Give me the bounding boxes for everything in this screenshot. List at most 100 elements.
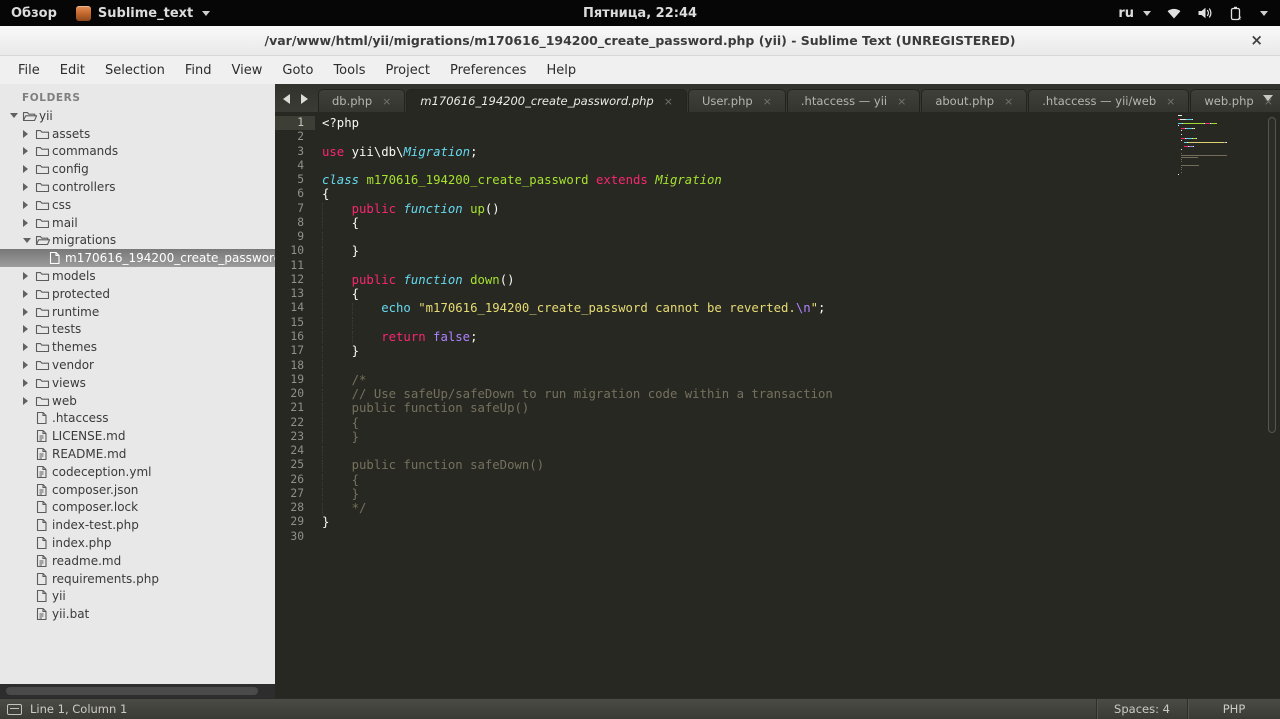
- menu-item-edit[interactable]: Edit: [50, 63, 95, 78]
- volume-icon[interactable]: [1197, 6, 1214, 20]
- tab-close-icon[interactable]: ×: [1166, 95, 1175, 108]
- code-line[interactable]: 16 return false;: [275, 330, 1280, 344]
- sidebar-item-yii[interactable]: yii: [0, 588, 275, 606]
- indentation-setting[interactable]: Spaces: 4: [1096, 699, 1187, 719]
- tab-db.php[interactable]: db.php ×: [318, 89, 406, 112]
- code-line[interactable]: 29}: [275, 515, 1280, 529]
- sidebar-item-css[interactable]: css: [0, 196, 275, 214]
- code-line[interactable]: 4: [275, 159, 1280, 173]
- disclosure-triangle-icon[interactable]: [23, 361, 35, 370]
- tab-close-icon[interactable]: ×: [763, 95, 772, 108]
- code-line[interactable]: 23}: [275, 430, 1280, 444]
- code-line[interactable]: 2: [275, 130, 1280, 144]
- system-menu-caret-icon[interactable]: [1260, 10, 1268, 16]
- disclosure-triangle-icon[interactable]: [23, 289, 35, 298]
- sidebar-item-README.md[interactable]: README.md: [0, 445, 275, 463]
- sidebar-item-vendor[interactable]: vendor: [0, 356, 275, 374]
- window-title-bar[interactable]: /var/www/html/yii/migrations/m170616_194…: [0, 26, 1280, 56]
- disclosure-triangle-icon[interactable]: [23, 396, 35, 405]
- code-line[interactable]: 13 {: [275, 287, 1280, 301]
- sidebar-item-readme.md[interactable]: readme.md: [0, 552, 275, 570]
- code-line[interactable]: 9: [275, 230, 1280, 244]
- tab-close-icon[interactable]: ×: [382, 95, 391, 108]
- wifi-icon[interactable]: [1166, 6, 1182, 20]
- sidebar-item-controllers[interactable]: controllers: [0, 178, 275, 196]
- app-menu-button[interactable]: Sublime_text: [75, 5, 211, 21]
- code-line[interactable]: 12 public function down(): [275, 273, 1280, 287]
- tab-scroll-right-icon[interactable]: [301, 94, 308, 104]
- disclosure-triangle-icon[interactable]: [23, 237, 35, 243]
- menu-item-tools[interactable]: Tools: [323, 63, 375, 78]
- sidebar-item-codeception.yml[interactable]: codeception.yml: [0, 463, 275, 481]
- menu-item-find[interactable]: Find: [175, 63, 222, 78]
- keyboard-layout-button[interactable]: ru: [1118, 6, 1151, 21]
- tab-overflow-icon[interactable]: [1263, 95, 1273, 101]
- sidebar-item-mail[interactable]: mail: [0, 214, 275, 232]
- menu-item-selection[interactable]: Selection: [95, 63, 175, 78]
- code-line[interactable]: 11: [275, 259, 1280, 273]
- code-line[interactable]: 14 echo "m170616_194200_create_password c…: [275, 301, 1280, 315]
- sidebar-item-requirements.php[interactable]: requirements.php: [0, 570, 275, 588]
- tab-.htaccess — yii[interactable]: .htaccess — yii ×: [786, 89, 921, 112]
- scrollbar-thumb[interactable]: [6, 687, 258, 695]
- sidebar-item-views[interactable]: views: [0, 374, 275, 392]
- sidebar-item-tests[interactable]: tests: [0, 321, 275, 339]
- tab-about.php[interactable]: about.php ×: [921, 89, 1028, 112]
- code-line[interactable]: 5 class m170616_194200_create_password ex…: [275, 173, 1280, 187]
- sidebar-item-config[interactable]: config: [0, 160, 275, 178]
- code-line[interactable]: 3 use yii\db\Migration;: [275, 145, 1280, 159]
- code-line[interactable]: 6{: [275, 187, 1280, 201]
- window-close-button[interactable]: ×: [1250, 31, 1263, 49]
- sidebar-item-yii[interactable]: yii: [0, 107, 275, 125]
- code-line[interactable]: 1 <?php: [275, 116, 1280, 131]
- code-line[interactable]: 25 public function safeDown(): [275, 458, 1280, 472]
- code-area[interactable]: 1 <?php 2 3 use yii\db\Migration; 4 5 class m17…: [275, 112, 1280, 698]
- sublime-panel-icon[interactable]: [7, 703, 22, 715]
- activities-button[interactable]: Обзор: [11, 6, 57, 21]
- sidebar-item-assets[interactable]: assets: [0, 125, 275, 143]
- tab-.htaccess — yii/web[interactable]: .htaccess — yii/web ×: [1028, 89, 1190, 112]
- tab-close-icon[interactable]: ×: [1004, 95, 1013, 108]
- tab-User.php[interactable]: User.php ×: [687, 89, 786, 112]
- tab-close-icon[interactable]: ×: [897, 95, 906, 108]
- code-line[interactable]: 26 {: [275, 473, 1280, 487]
- sidebar-horizontal-scrollbar[interactable]: [0, 684, 275, 698]
- disclosure-triangle-icon[interactable]: [23, 183, 35, 192]
- sidebar-item-index-test.php[interactable]: index-test.php: [0, 516, 275, 534]
- minimap[interactable]: [1178, 115, 1262, 178]
- code-line[interactable]: 19 /*: [275, 373, 1280, 387]
- tab-m170616_194200_create_password.php[interactable]: m170616_194200_create_password.php ×: [406, 89, 687, 112]
- code-line[interactable]: 22 {: [275, 416, 1280, 430]
- disclosure-triangle-icon[interactable]: [23, 325, 35, 334]
- code-line[interactable]: 30: [275, 530, 1280, 544]
- code-line[interactable]: 28 */: [275, 501, 1280, 515]
- menu-item-view[interactable]: View: [222, 63, 273, 78]
- code-line[interactable]: 15: [275, 316, 1280, 330]
- editor-vertical-scrollbar-thumb[interactable]: [1268, 117, 1276, 433]
- sidebar-item-commands[interactable]: commands: [0, 143, 275, 161]
- sidebar-item-composer.json[interactable]: composer.json: [0, 481, 275, 499]
- disclosure-triangle-icon[interactable]: [10, 113, 22, 119]
- menu-item-help[interactable]: Help: [536, 63, 586, 78]
- disclosure-triangle-icon[interactable]: [23, 147, 35, 156]
- sidebar-item-composer.lock[interactable]: composer.lock: [0, 499, 275, 517]
- sidebar-item-web[interactable]: web: [0, 392, 275, 410]
- code-line[interactable]: 17}: [275, 344, 1280, 358]
- code-line[interactable]: 27}: [275, 487, 1280, 501]
- tab-close-icon[interactable]: ×: [664, 95, 673, 108]
- syntax-setting[interactable]: PHP: [1187, 699, 1280, 719]
- code-line[interactable]: 7 public function up(): [275, 202, 1280, 216]
- disclosure-triangle-icon[interactable]: [23, 218, 35, 227]
- code-line[interactable]: 8{: [275, 216, 1280, 230]
- sidebar-item-m170616_194200_create_password.php[interactable]: m170616_194200_create_password.php: [0, 249, 275, 268]
- disclosure-triangle-icon[interactable]: [23, 343, 35, 352]
- menu-item-project[interactable]: Project: [375, 63, 439, 78]
- disclosure-triangle-icon[interactable]: [23, 272, 35, 281]
- disclosure-triangle-icon[interactable]: [23, 307, 35, 316]
- disclosure-triangle-icon[interactable]: [23, 129, 35, 138]
- disclosure-triangle-icon[interactable]: [23, 200, 35, 209]
- code-line[interactable]: 21 public function safeUp(): [275, 401, 1280, 415]
- disclosure-triangle-icon[interactable]: [23, 378, 35, 387]
- menu-item-file[interactable]: File: [8, 63, 50, 78]
- code-line[interactable]: 10}: [275, 244, 1280, 258]
